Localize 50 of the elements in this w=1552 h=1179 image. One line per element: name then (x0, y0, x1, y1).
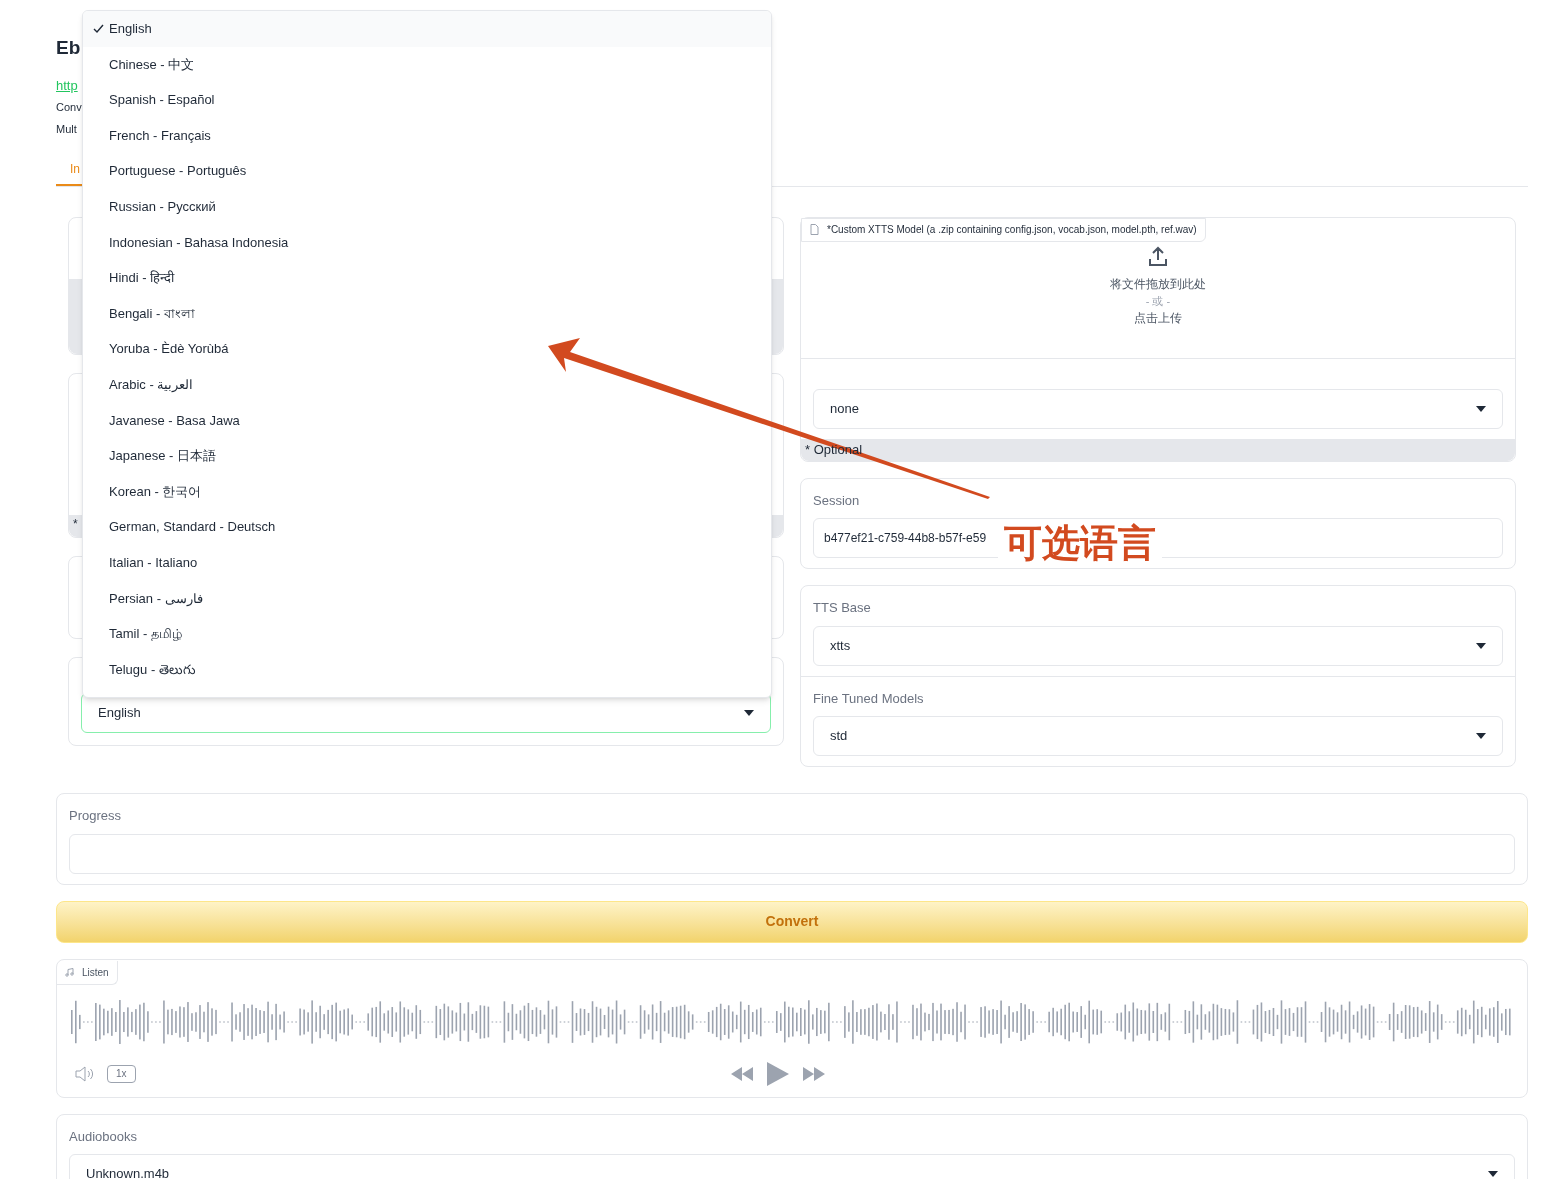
page-title: Eb (56, 36, 78, 60)
language-option[interactable]: Persian - فارسی (83, 580, 771, 617)
field-label: Fine Tuned Models (813, 689, 925, 708)
caret-icon (1488, 1171, 1498, 1177)
language-option[interactable]: Italian - Italiano (83, 544, 771, 581)
description-text: Mult (56, 121, 78, 137)
language-option[interactable]: Indonesian - Bahasa Indonesia (83, 224, 771, 261)
language-option[interactable]: English (83, 11, 771, 47)
file-icon (810, 224, 819, 235)
language-option[interactable]: Bengali - বাংলা (83, 295, 771, 332)
audiobook-select[interactable]: Unknown.m4b (69, 1154, 1515, 1179)
or-text: - 或 - (1145, 293, 1171, 309)
language-option[interactable]: Chinese - 中文 (83, 46, 771, 83)
field-label: TTS Base (813, 599, 872, 617)
upload-link[interactable]: 点击上传 (1134, 309, 1182, 327)
model-select[interactable]: none (813, 388, 1503, 429)
music-note-icon (65, 967, 74, 977)
progress-field[interactable] (69, 833, 1515, 874)
fine-tuned-select[interactable]: std (813, 716, 1503, 756)
caret-icon (744, 709, 754, 716)
drop-text: 将文件拖放到此处 (1110, 275, 1206, 293)
language-option[interactable]: Telugu - తెలుగు (83, 651, 771, 688)
fast-forward-icon[interactable] (802, 1066, 825, 1081)
audio-label: Listen (57, 960, 118, 985)
rewind-icon[interactable] (730, 1066, 753, 1081)
file-label: *Custom XTTS Model (a .zip containing config.json, vocab.json, model.pth, ref.wav) (801, 217, 1206, 242)
field-label: Audiobooks (69, 1127, 138, 1146)
language-option[interactable]: Arabic - العربية (83, 366, 771, 403)
language-option[interactable]: Korean - 한국어 (83, 473, 771, 510)
language-option[interactable]: Javanese - Basa Jawa (83, 402, 771, 439)
speed-button[interactable]: 1x (107, 1064, 136, 1083)
language-option[interactable]: Spanish - Español (83, 82, 771, 118)
language-option[interactable]: Hindi - हिन्दी (83, 260, 771, 296)
caret-icon (1476, 642, 1486, 649)
language-option[interactable]: French - Français (83, 117, 771, 154)
language-option[interactable]: German, Standard - Deutsch (83, 509, 771, 545)
language-option[interactable]: Russian - Русский (83, 188, 771, 225)
field-label: Progress (69, 807, 123, 825)
caret-icon (1476, 405, 1486, 412)
field-label: Session (813, 491, 861, 510)
volume-icon[interactable] (75, 1065, 95, 1082)
caret-icon (1476, 733, 1486, 739)
play-icon[interactable] (766, 1061, 789, 1086)
footer-text: * (73, 516, 78, 531)
language-option[interactable]: Japanese - 日本語 (83, 438, 771, 474)
language-option[interactable]: Yoruba - Èdè Yorùbá (83, 331, 771, 367)
upload-icon[interactable] (1147, 244, 1169, 267)
checkmark-icon (93, 23, 104, 34)
language-option[interactable]: Tamil - தமிழ் (83, 616, 771, 652)
tts-base-select[interactable]: xtts (813, 625, 1503, 666)
